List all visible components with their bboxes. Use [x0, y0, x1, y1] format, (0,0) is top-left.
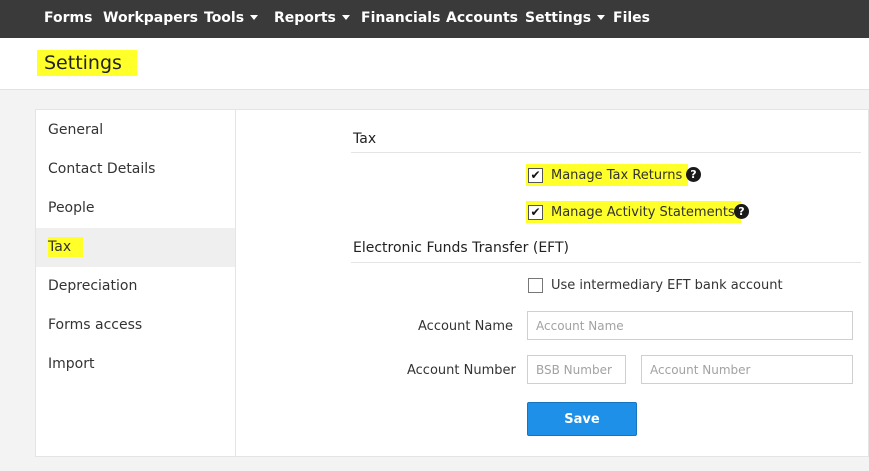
manage-activity-statements-checkbox[interactable]: ✔ Manage Activity Statements [526, 201, 741, 223]
nav-reports[interactable]: Reports [274, 0, 350, 38]
check-icon[interactable]: ✔ [528, 204, 543, 220]
nav-accounts[interactable]: Accounts [446, 0, 518, 38]
sidebar-item-label: Import [48, 356, 95, 372]
bsb-number-input[interactable] [527, 355, 626, 384]
eft-section-title: Electronic Funds Transfer (EFT) [353, 240, 569, 256]
nav-workpapers[interactable]: Workpapers [103, 0, 198, 38]
manage-tax-returns-checkbox[interactable]: ✔ Manage Tax Returns [526, 164, 689, 186]
sidebar-item-tax[interactable]: Tax [36, 228, 235, 267]
account-number-label: Account Number [407, 363, 516, 378]
manage-activity-statements-label: Manage Activity Statements [551, 204, 735, 220]
eft-section-divider [351, 262, 861, 263]
nav-files-label: Files [613, 10, 650, 26]
top-nav: Forms Workpapers Tools Reports Financial… [0, 0, 869, 38]
sidebar-item-contact-details[interactable]: Contact Details [36, 150, 235, 189]
help-icon[interactable]: ? [734, 204, 749, 219]
sidebar-item-general[interactable]: General [36, 111, 235, 150]
account-number-input[interactable] [641, 355, 853, 384]
help-icon[interactable]: ? [686, 167, 701, 182]
use-intermediary-eft-label: Use intermediary EFT bank account [551, 277, 783, 293]
caret-down-icon [250, 15, 259, 20]
sidebar-item-depreciation[interactable]: Depreciation [36, 267, 235, 306]
sidebar-item-label: Depreciation [48, 278, 138, 294]
sidebar-item-label: General [48, 122, 104, 138]
nav-financials[interactable]: Financials [361, 0, 440, 38]
sidebar-item-label: Tax [48, 237, 84, 257]
checkbox-empty-icon[interactable] [528, 277, 543, 293]
nav-tools-label: Tools [204, 10, 245, 26]
sidebar-item-label: People [48, 200, 95, 216]
nav-workpapers-label: Workpapers [103, 10, 198, 26]
caret-down-icon [341, 15, 350, 20]
nav-forms-label: Forms [44, 10, 93, 26]
nav-settings-label: Settings [525, 10, 592, 26]
nav-files[interactable]: Files [613, 0, 650, 38]
caret-down-icon [597, 15, 606, 20]
sidebar-item-label: Forms access [48, 317, 143, 333]
sidebar-item-forms-access[interactable]: Forms access [36, 306, 235, 345]
nav-reports-label: Reports [274, 10, 336, 26]
use-intermediary-eft-checkbox[interactable]: Use intermediary EFT bank account [528, 274, 783, 296]
account-name-label: Account Name [418, 319, 513, 334]
sidebar-item-label: Contact Details [48, 161, 156, 177]
manage-tax-returns-label: Manage Tax Returns [551, 167, 683, 183]
nav-tools[interactable]: Tools [204, 0, 259, 38]
account-name-input[interactable] [527, 311, 853, 340]
settings-sidebar: General Contact Details People Tax Depre… [36, 110, 236, 456]
page-title: Settings [37, 50, 137, 76]
sidebar-item-import[interactable]: Import [36, 345, 235, 384]
nav-settings[interactable]: Settings [525, 0, 606, 38]
nav-forms[interactable]: Forms [44, 0, 92, 38]
check-icon[interactable]: ✔ [528, 167, 543, 183]
sidebar-item-people[interactable]: People [36, 189, 235, 228]
nav-accounts-label: Accounts [446, 10, 519, 26]
nav-financials-label: Financials [361, 10, 441, 26]
save-button[interactable]: Save [527, 402, 637, 436]
tax-section-title: Tax [353, 131, 377, 147]
tax-section-divider [351, 152, 861, 153]
settings-content: Tax ✔ Manage Tax Returns ? ✔ Manage Acti… [237, 110, 869, 456]
settings-card: General Contact Details People Tax Depre… [35, 109, 869, 457]
